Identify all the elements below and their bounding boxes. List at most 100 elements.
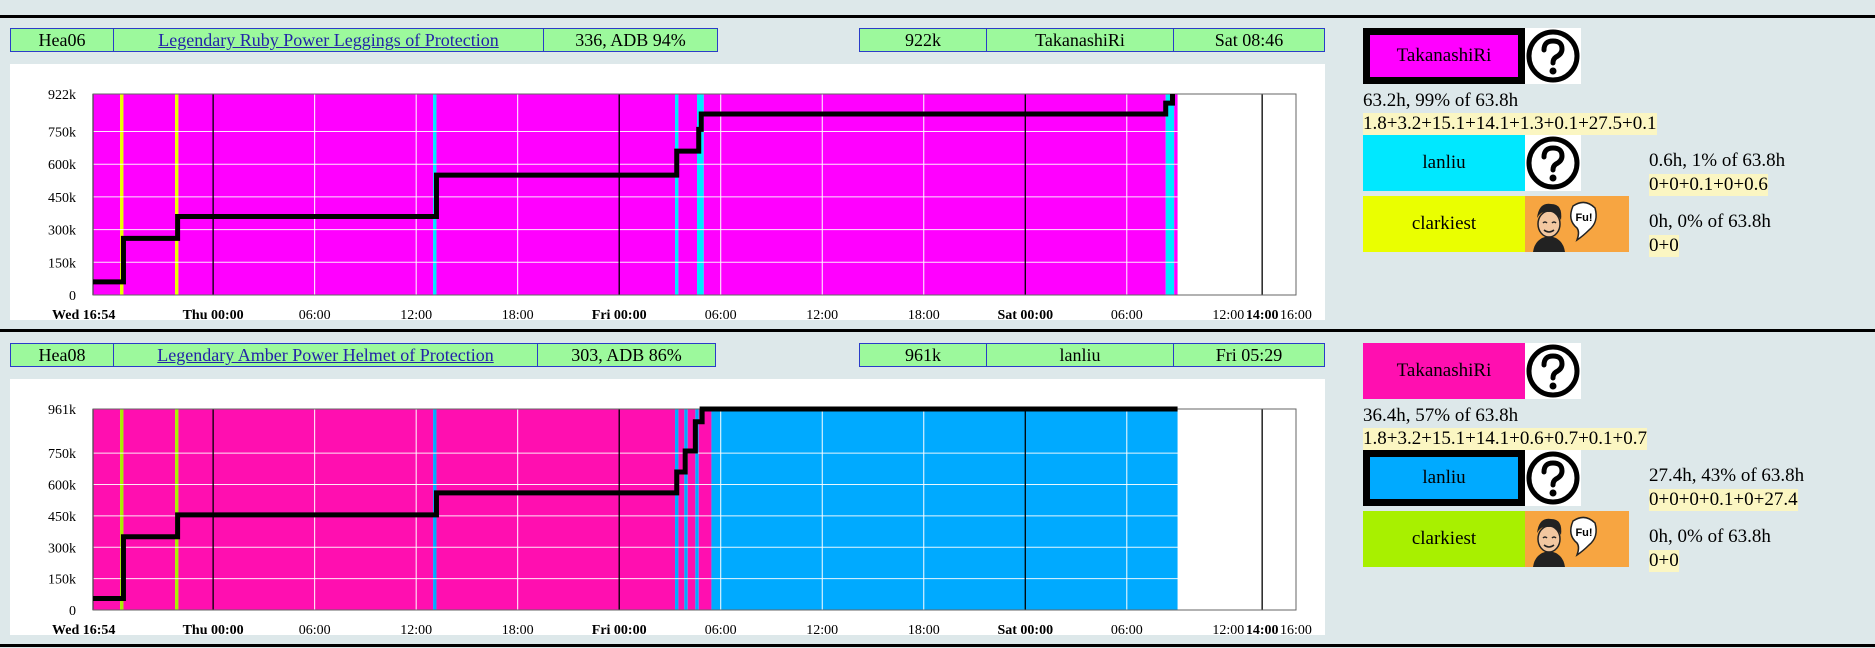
x-tick-label-12: 14:00 [1246, 308, 1279, 320]
bidder-hours-breakdown: 0+0 [1649, 235, 1679, 257]
x-tick-label-13: 16:00 [1280, 623, 1312, 635]
bidder-hours-stat: 0h, 0% of 63.8h [1649, 211, 1771, 232]
question-icon [1525, 28, 1581, 84]
ownership-segment-6 [436, 409, 676, 610]
y-tick-label-4: 600k [48, 158, 76, 173]
bidder-hours-breakdown: 1.8+3.2+15.1+14.1+1.3+0.1+27.5+0.1 [1363, 113, 1657, 135]
x-tick-label-9: Sat 00:00 [997, 308, 1053, 320]
x-tick-label-5: Fri 00:00 [592, 623, 647, 635]
ownership-segment-12 [1174, 94, 1178, 295]
x-tick-label-8: 18:00 [908, 308, 940, 320]
bidder-hours-stat: 36.4h, 57% of 63.8h [1363, 405, 1519, 426]
x-tick-label-5: Fri 00:00 [592, 308, 647, 320]
x-tick-label-0: Wed 16:54 [52, 623, 115, 635]
y-tick-label-1: 150k [48, 573, 76, 588]
bidder-side-panel: TakanashiRi 36.4h, 57% of 63.8h 1.8+3.2+15… [1362, 343, 1862, 633]
y-tick-label-0: 0 [69, 289, 76, 304]
auction-info-bar: 922k TakanashiRi Sat 08:46 [859, 28, 1325, 52]
x-tick-label-10: 06:00 [1111, 308, 1143, 320]
price-history-svg: 0 150k 300k 450k 600k 750k 922k Wed 16:54 Thu 00… [48, 88, 1312, 320]
bidder-name-box[interactable]: clarkiest [1363, 511, 1525, 567]
ownership-segment-10 [703, 94, 1166, 295]
end-time: Fri 05:29 [1173, 343, 1325, 367]
y-tick-label-2: 300k [48, 224, 76, 239]
item-name-link[interactable]: Legendary Ruby Power Leggings of Protect… [158, 30, 498, 50]
ownership-segment-4 [178, 94, 434, 295]
x-tick-label-7: 12:00 [806, 308, 838, 320]
ownership-segment-9 [684, 409, 688, 610]
ownership-segment-8 [678, 409, 685, 610]
bidder-hours-breakdown: 0+0+0.1+0+0.6 [1649, 174, 1768, 196]
y-tick-label-4: 600k [48, 479, 76, 494]
x-tick-label-7: 12:00 [806, 623, 838, 635]
price-history-svg: 0 150k 300k 450k 600k 750k 961k Wed 16:54 Thu 00… [48, 403, 1312, 635]
avatar-icon: Fu! [1525, 196, 1629, 252]
bidder-name-box[interactable]: TakanashiRi [1363, 343, 1525, 399]
x-tick-label-2: 06:00 [299, 308, 331, 320]
bidder-hours-stat: 0h, 0% of 63.8h [1649, 526, 1771, 547]
y-tick-label-0: 0 [69, 604, 76, 619]
x-tick-label-13: 16:00 [1280, 308, 1312, 320]
bidder-name-box[interactable]: clarkiest [1363, 196, 1525, 252]
y-tick-label-3: 450k [48, 510, 76, 525]
bidder-name-box[interactable]: lanliu [1363, 135, 1525, 191]
ownership-segment-13 [711, 409, 1178, 610]
price-history-chart: 0 150k 300k 450k 600k 750k 961k Wed 16:54 Thu 00… [10, 379, 1325, 635]
bidder-hours-stat: 27.4h, 43% of 63.8h [1649, 465, 1805, 486]
avatar-speech-text: Fu! [1575, 527, 1592, 539]
question-icon [1525, 135, 1581, 191]
end-time: Sat 08:46 [1173, 28, 1325, 52]
question-icon [1525, 343, 1581, 399]
x-tick-label-12: 14:00 [1246, 623, 1279, 635]
x-tick-label-9: Sat 00:00 [997, 623, 1053, 635]
ownership-segment-3 [175, 409, 179, 610]
bidder-hours-breakdown: 1.8+3.2+15.1+14.1+0.6+0.7+0.1+0.7 [1363, 428, 1648, 450]
bottom-separator [0, 644, 1875, 647]
ownership-segment-7 [675, 409, 679, 610]
x-tick-label-10: 06:00 [1111, 623, 1143, 635]
ownership-segment-4 [178, 409, 434, 610]
bidder-hours-breakdown: 0+0+0+0.1+0+27.4 [1649, 489, 1798, 511]
item-code: Hea08 [10, 343, 114, 367]
x-tick-label-2: 06:00 [299, 623, 331, 635]
item-name-cell: Legendary Ruby Power Leggings of Protect… [113, 28, 544, 52]
item-name-cell: Legendary Amber Power Helmet of Protecti… [113, 343, 538, 367]
item-name-link[interactable]: Legendary Amber Power Helmet of Protecti… [157, 345, 493, 365]
ownership-segment-8 [678, 94, 698, 295]
bidder-hours-stat: 63.2h, 99% of 63.8h [1363, 90, 1519, 111]
ownership-segment-2 [123, 94, 176, 295]
ownership-segment-6 [436, 94, 676, 295]
avatar-icon: Fu! [1525, 511, 1629, 567]
bidder-name-box[interactable]: lanliu [1363, 450, 1525, 506]
item-info-bar: Hea06 Legendary Ruby Power Leggings of P… [10, 28, 718, 52]
x-tick-label-4: 18:00 [502, 623, 534, 635]
ownership-segment-0 [93, 94, 121, 295]
x-tick-label-11: 12:00 [1212, 308, 1244, 320]
ownership-segment-2 [123, 409, 176, 610]
ownership-segment-12 [698, 409, 712, 610]
auction-info-bar: 961k lanliu Fri 05:29 [859, 343, 1325, 367]
x-tick-label-1: Thu 00:00 [183, 308, 244, 320]
price-history-chart: 0 150k 300k 450k 600k 750k 922k Wed 16:54 Thu 00… [10, 64, 1325, 320]
question-icon [1525, 450, 1581, 506]
auction-panel-hea08: Hea08 Legendary Amber Power Helmet of Pr… [0, 332, 1875, 642]
x-tick-label-1: Thu 00:00 [183, 623, 244, 635]
bidder-hours-stat: 0.6h, 1% of 63.8h [1649, 150, 1786, 171]
bidder-name-box[interactable]: TakanashiRi [1363, 28, 1525, 84]
x-tick-label-6: 06:00 [705, 308, 737, 320]
top-bidder: lanliu [986, 343, 1174, 367]
y-tick-label-5: 750k [48, 447, 76, 462]
item-code: Hea06 [10, 28, 114, 52]
y-tick-label-5: 750k [48, 125, 76, 140]
x-tick-label-6: 06:00 [705, 623, 737, 635]
ownership-segment-3 [175, 94, 179, 295]
current-price: 961k [859, 343, 987, 367]
x-tick-label-3: 12:00 [400, 308, 432, 320]
y-tick-label-1: 150k [48, 256, 76, 271]
ownership-segment-7 [675, 94, 679, 295]
y-tick-label-3: 450k [48, 191, 76, 206]
x-tick-label-3: 12:00 [400, 623, 432, 635]
item-stats: 336, ADB 94% [543, 28, 718, 52]
y-tick-label-2: 300k [48, 541, 76, 556]
x-tick-label-11: 12:00 [1212, 623, 1244, 635]
